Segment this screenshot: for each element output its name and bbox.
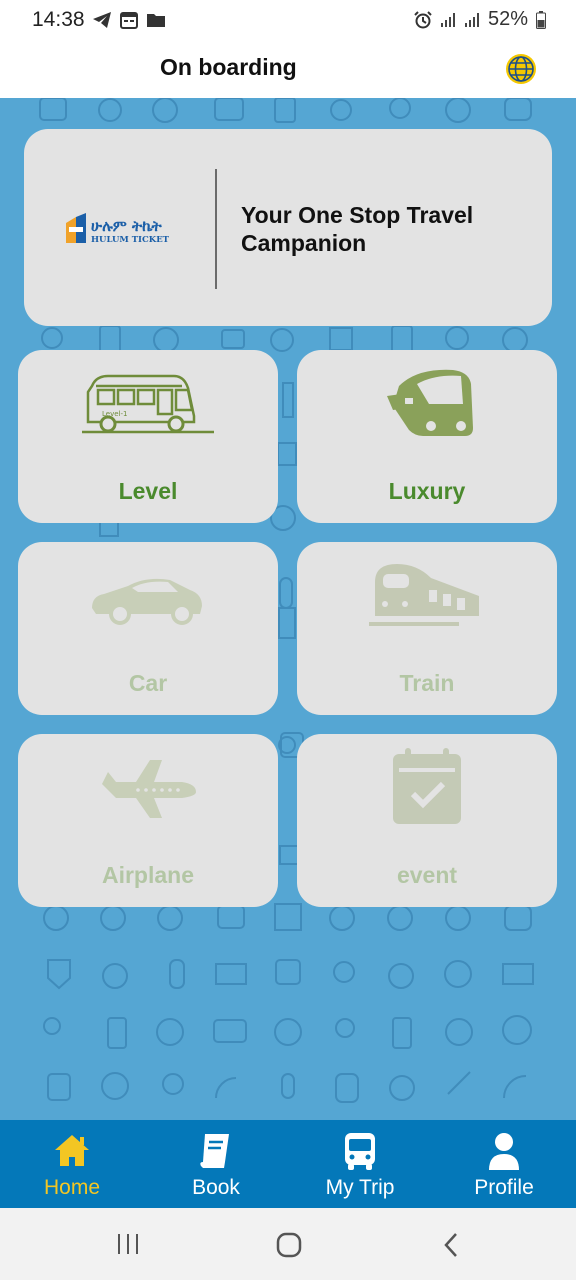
hero-divider	[215, 169, 217, 289]
system-nav-bar	[0, 1208, 576, 1280]
service-card-luxury[interactable]: Luxury	[297, 350, 557, 523]
status-bar: 14:38 52%	[0, 0, 576, 44]
nav-label: Book	[192, 1176, 240, 1199]
signal-icon	[440, 12, 455, 27]
folder-icon	[147, 14, 165, 27]
person-icon	[489, 1133, 519, 1170]
bus-sign-text: Level-1	[102, 410, 127, 418]
home-circle-icon[interactable]	[276, 1232, 302, 1258]
calendar-check-icon	[393, 748, 461, 824]
notification-icons	[92, 11, 166, 29]
hulum-ticket-logo: ሁሉም ትኬት HULUM TICKET	[66, 213, 170, 245]
globe-icon[interactable]	[504, 52, 538, 86]
battery-percent: 52%	[487, 8, 528, 30]
logo-english-text: HULUM TICKET	[91, 235, 170, 245]
alarm-icon	[414, 10, 432, 28]
page-title: On boarding	[160, 54, 297, 80]
service-label: Train	[399, 670, 455, 696]
home-icon	[55, 1135, 89, 1166]
nav-book[interactable]: Book	[144, 1120, 288, 1208]
app-bar: On boarding	[0, 44, 576, 99]
onboarding-content: ሁሉም ትኬት HULUM TICKET Your One Stop Trave…	[0, 98, 576, 1120]
battery-icon	[536, 10, 546, 29]
book-icon	[200, 1134, 229, 1168]
nav-label: Home	[43, 1176, 101, 1199]
signal-icon	[464, 12, 479, 27]
service-label: Airplane	[101, 862, 195, 888]
service-label: event	[396, 862, 458, 888]
telegram-icon	[93, 12, 111, 28]
service-card-car[interactable]: Car	[18, 542, 278, 715]
recent-apps-icon[interactable]	[116, 1232, 140, 1256]
service-card-event[interactable]: event	[297, 734, 557, 907]
coach-bus-icon	[387, 369, 473, 436]
service-label: Luxury	[388, 478, 466, 504]
hero-card: ሁሉም ትኬት HULUM TICKET Your One Stop Trave…	[24, 129, 552, 326]
service-card-level[interactable]: Level-1 Level	[18, 350, 278, 523]
bus-front-icon	[345, 1133, 375, 1170]
calendar-icon	[120, 12, 138, 29]
service-label: Car	[128, 670, 168, 696]
status-right: 52%	[414, 8, 546, 31]
bottom-nav: Home Book My Trip Profile	[0, 1120, 576, 1208]
nav-my-trip[interactable]: My Trip	[288, 1120, 432, 1208]
service-card-train[interactable]: Train	[297, 542, 557, 715]
airplane-icon	[102, 760, 196, 818]
logo-amharic-text: ሁሉም ትኬት	[91, 217, 162, 235]
train-icon	[369, 564, 479, 626]
status-time: 14:38	[32, 8, 85, 31]
service-label: Level	[118, 478, 178, 504]
nav-home[interactable]: Home	[0, 1120, 144, 1208]
tagline: Your One Stop Travel Campanion	[241, 202, 474, 256]
nav-label: Profile	[474, 1176, 534, 1199]
car-icon	[92, 578, 202, 625]
bus-icon: Level-1	[82, 374, 214, 434]
service-card-airplane[interactable]: Airplane	[18, 734, 278, 907]
nav-profile[interactable]: Profile	[432, 1120, 576, 1208]
nav-label: My Trip	[325, 1176, 395, 1199]
back-icon[interactable]	[440, 1232, 462, 1258]
